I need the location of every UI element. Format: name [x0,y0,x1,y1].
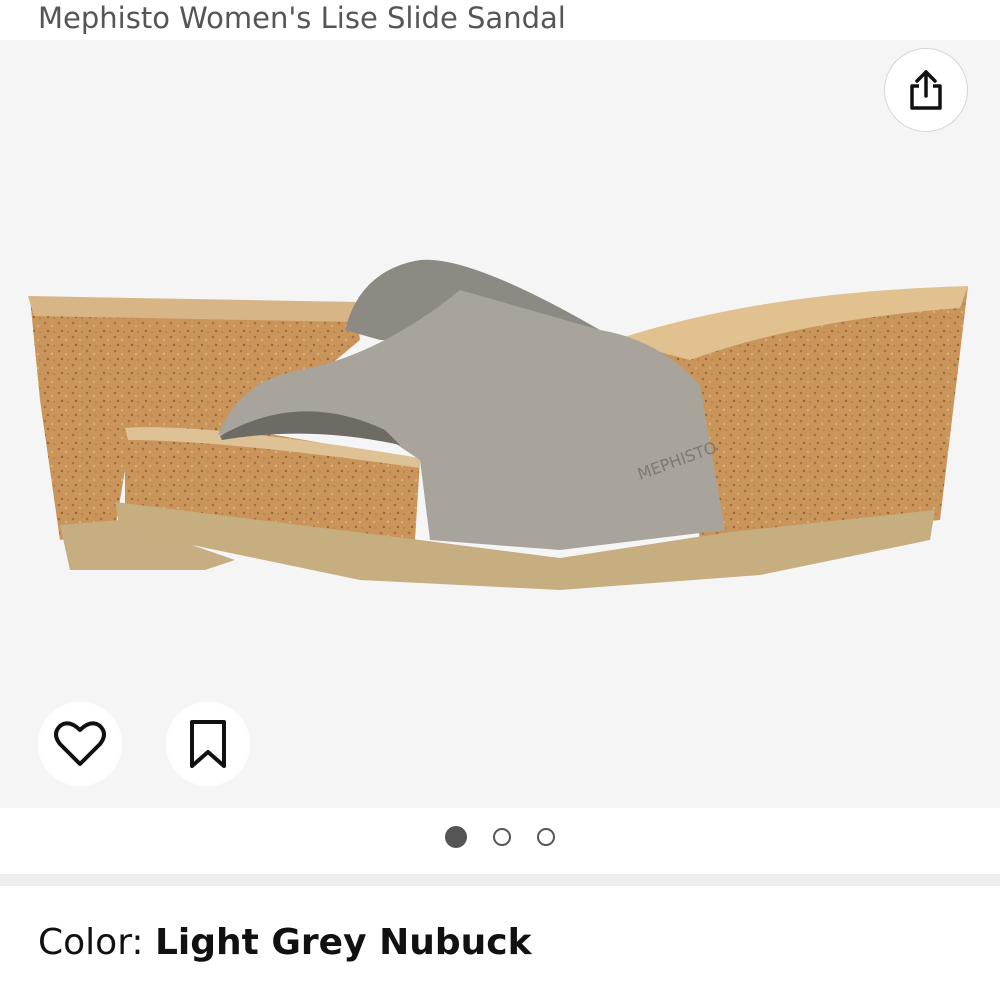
color-label: Color: [38,922,155,963]
pagination-dot-2[interactable] [493,828,511,846]
pagination-dot-1[interactable] [445,826,467,848]
heart-icon [54,721,106,766]
share-button[interactable] [884,48,968,132]
save-button[interactable] [166,702,250,786]
product-image[interactable]: MEPHISTO [0,40,1000,808]
image-pagination [0,826,1000,848]
color-value: Light Grey Nubuck [154,922,532,963]
favorite-button[interactable] [38,702,122,786]
share-icon [910,70,942,110]
product-image-gallery[interactable]: MEPHISTO [0,40,1000,808]
color-selection: Color: Light Grey Nubuck [38,920,532,966]
bookmark-icon [190,720,226,768]
product-title: Mephisto Women's Lise Slide Sandal [38,1,566,35]
pagination-dot-3[interactable] [537,828,555,846]
section-divider [0,874,1000,886]
